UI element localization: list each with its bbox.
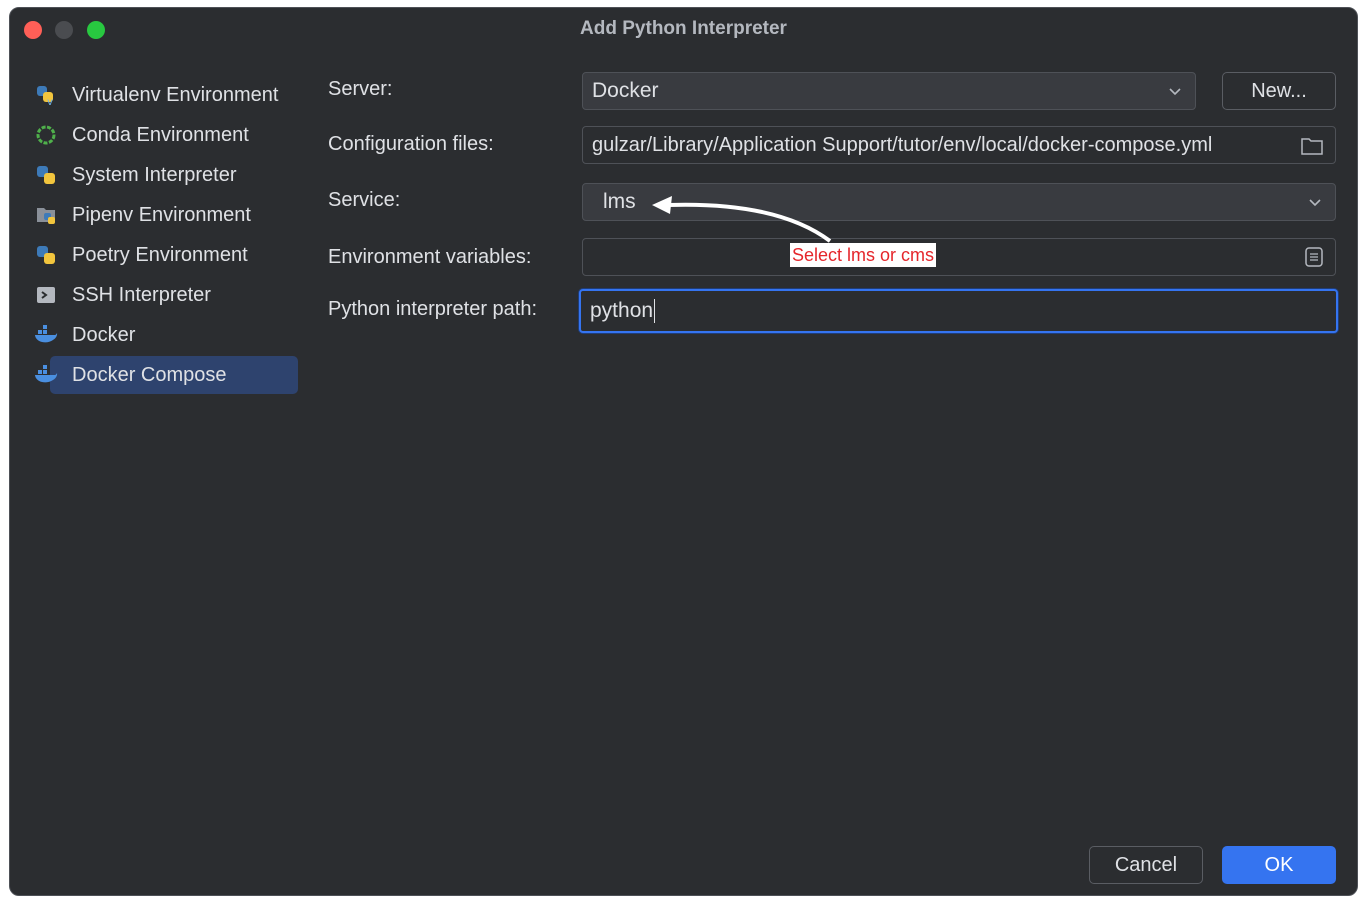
sidebar-item-label: Virtualenv Environment	[72, 83, 279, 106]
minimize-window-button[interactable]	[55, 21, 73, 39]
chevron-down-icon	[1309, 199, 1321, 207]
sidebar-item-label: Docker	[72, 323, 136, 346]
interpreter-path-value: python	[590, 299, 654, 322]
sidebar-item-label: Conda Environment	[72, 123, 249, 146]
sidebar-item-docker[interactable]: Docker	[34, 316, 299, 354]
conda-icon	[34, 123, 58, 147]
annotation-label: Select lms or cms	[790, 243, 937, 267]
maximize-window-button[interactable]	[87, 21, 105, 39]
sidebar-item-system-interpreter[interactable]: System Interpreter	[34, 156, 299, 194]
sidebar-item-docker-compose[interactable]: Docker Compose	[34, 356, 299, 394]
python-virtualenv-icon: v	[34, 83, 58, 107]
sidebar-item-label: System Interpreter	[72, 163, 237, 186]
service-label: Service:	[328, 189, 401, 211]
config-files-value: gulzar/Library/Application Support/tutor…	[592, 133, 1213, 156]
sidebar-item-conda[interactable]: Conda Environment	[34, 116, 299, 154]
sidebar-item-virtualenv[interactable]: v Virtualenv Environment	[34, 76, 299, 114]
chevron-down-icon	[1169, 88, 1181, 96]
interpreter-path-label: Python interpreter path:	[328, 298, 538, 320]
docker-compose-icon	[34, 363, 58, 387]
service-value: lms	[603, 190, 636, 213]
svg-text:v: v	[47, 97, 53, 106]
title-bar: Add Python Interpreter	[10, 8, 1357, 52]
sidebar-item-ssh[interactable]: SSH Interpreter	[34, 276, 299, 314]
sidebar-item-label: SSH Interpreter	[72, 283, 211, 306]
interpreter-path-input[interactable]: python	[579, 289, 1338, 333]
close-window-button[interactable]	[24, 21, 42, 39]
dialog-title: Add Python Interpreter	[580, 18, 787, 39]
config-files-label: Configuration files:	[328, 133, 494, 155]
sidebar-item-label: Poetry Environment	[72, 243, 248, 266]
folder-icon[interactable]	[1301, 137, 1323, 155]
cancel-button[interactable]: Cancel	[1089, 846, 1203, 884]
config-files-field[interactable]: gulzar/Library/Application Support/tutor…	[582, 126, 1336, 164]
sidebar-item-label: Pipenv Environment	[72, 203, 251, 226]
environment-variables-label: Environment variables:	[328, 246, 532, 268]
poetry-icon	[34, 243, 58, 267]
text-caret	[654, 299, 656, 323]
sidebar-item-poetry[interactable]: Poetry Environment	[34, 236, 299, 274]
sidebar-item-label: Docker Compose	[72, 363, 227, 386]
server-label: Server:	[328, 78, 393, 100]
sidebar-item-pipenv[interactable]: Pipenv Environment	[34, 196, 299, 234]
docker-icon	[34, 323, 58, 347]
new-server-button[interactable]: New...	[1222, 72, 1336, 110]
python-icon	[34, 163, 58, 187]
add-python-interpreter-dialog: Add Python Interpreter v Virtualenv Envi…	[9, 7, 1358, 896]
server-value: Docker	[592, 79, 659, 102]
annotation-arrow	[652, 196, 832, 243]
server-dropdown[interactable]: Docker	[582, 72, 1196, 110]
ok-button[interactable]: OK	[1222, 846, 1336, 884]
pipenv-icon	[34, 203, 58, 227]
edit-list-icon[interactable]	[1305, 247, 1323, 267]
ssh-terminal-icon	[34, 283, 58, 307]
